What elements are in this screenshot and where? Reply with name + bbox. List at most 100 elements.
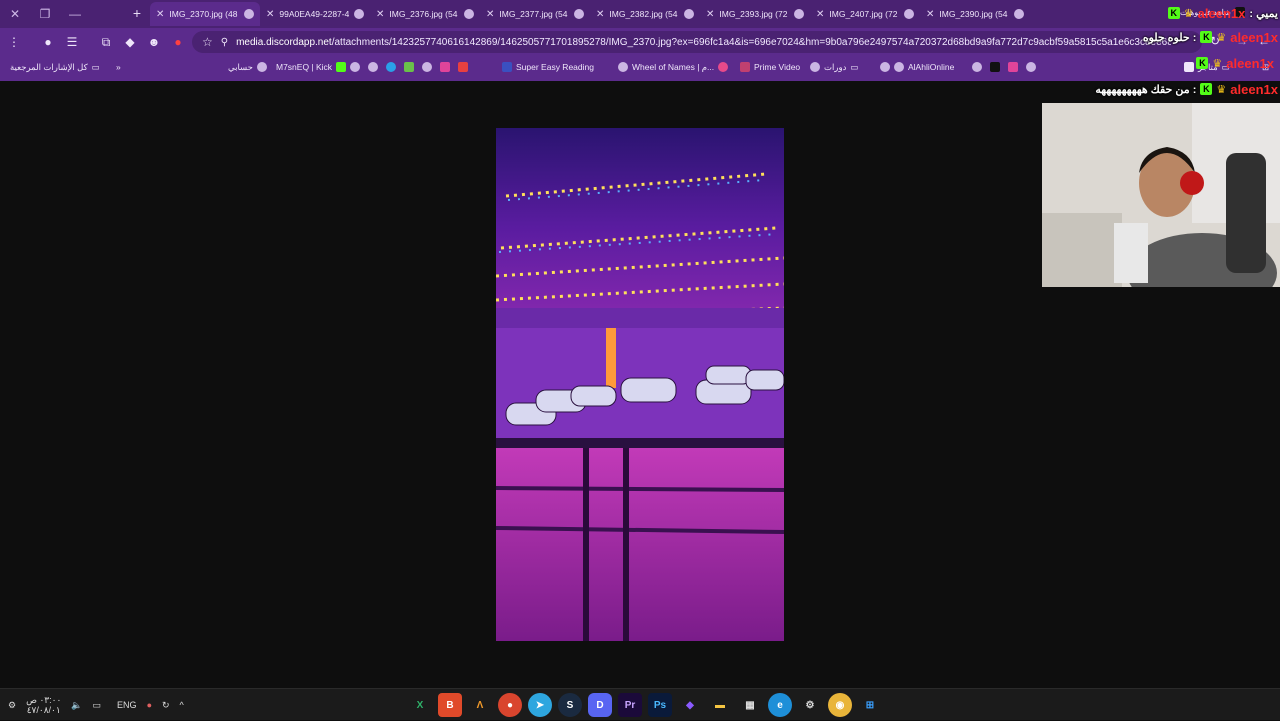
globe-icon[interactable] bbox=[350, 62, 360, 72]
webcam-illustration bbox=[1042, 103, 1280, 287]
bookmark-all[interactable]: كل الإشارات المرجعية ▭ bbox=[10, 60, 100, 74]
notification-icon[interactable]: ⚙ bbox=[8, 700, 16, 711]
telegram-icon[interactable]: ➤ bbox=[528, 693, 552, 717]
bookmark-super-easy[interactable]: Super Easy Reading bbox=[502, 60, 594, 74]
ai-app-icon[interactable]: Λ bbox=[468, 693, 492, 717]
close-tab-icon[interactable]: ✕ bbox=[596, 9, 604, 20]
bookmark-super-easy-label: Super Easy Reading bbox=[516, 62, 594, 72]
tiktok-icon[interactable] bbox=[990, 62, 1000, 72]
chat-username[interactable]: aleen1x bbox=[1226, 56, 1274, 71]
bookmark-courses[interactable]: دورات ▭ bbox=[810, 60, 858, 74]
steam-icon[interactable]: S bbox=[558, 693, 582, 717]
photoshop-icon[interactable]: Ps bbox=[648, 693, 672, 717]
taskbar: ⚙ ٠٣:٠٠ ص ٤٧/٠٨/٠١ 🔈 ▭ ENG ● ↻ ^ X B Λ ●… bbox=[0, 688, 1280, 720]
record-extension-icon[interactable]: ● bbox=[166, 30, 190, 54]
bookmark-wheel-label: Wheel of Names | م... bbox=[632, 61, 715, 72]
url-text: media.discordapp.net/attachments/1423257… bbox=[236, 37, 1171, 48]
globe-icon[interactable] bbox=[972, 62, 982, 72]
diamond-icon[interactable]: ◆ bbox=[118, 30, 142, 54]
clock[interactable]: ٠٣:٠٠ ص ٤٧/٠٨/٠١ bbox=[26, 695, 61, 715]
language-indicator[interactable]: ENG bbox=[117, 700, 137, 710]
network-icon[interactable]: ▭ bbox=[93, 700, 102, 711]
tab-img-2377[interactable]: ✕ IMG_2377.jpg (54 bbox=[480, 2, 590, 26]
address-bar[interactable]: ☆ ⚲ media.discordapp.net/attachments/142… bbox=[192, 31, 1202, 53]
close-tab-icon[interactable]: ✕ bbox=[706, 9, 714, 20]
close-tab-icon[interactable]: ✕ bbox=[926, 9, 934, 20]
close-tab-icon[interactable]: ✕ bbox=[486, 9, 494, 20]
chat-username[interactable]: aleen1x bbox=[1198, 6, 1246, 21]
menu-icon[interactable]: ⋮ bbox=[2, 30, 26, 54]
tab-img-2393[interactable]: ✕ IMG_2393.jpg (72 bbox=[700, 2, 810, 26]
brave-icon[interactable]: B bbox=[438, 693, 462, 717]
microphone-icon[interactable]: ● bbox=[147, 700, 152, 710]
tab-label: 99A0EA49-2287-4 bbox=[279, 9, 349, 19]
globe-icon[interactable] bbox=[368, 62, 378, 72]
store-icon[interactable]: ▦ bbox=[738, 693, 762, 717]
extension-icon[interactable]: ● bbox=[36, 30, 60, 54]
bookmark-icon-row bbox=[350, 60, 468, 74]
kick-badge-icon: K bbox=[1196, 57, 1209, 69]
app-icon[interactable] bbox=[458, 62, 468, 72]
close-tab-icon[interactable]: ✕ bbox=[266, 9, 274, 20]
crown-badge-icon: ♛ bbox=[1183, 7, 1194, 20]
bookmark-all-label: كل الإشارات المرجعية bbox=[10, 61, 88, 72]
tab-img-2407[interactable]: ✕ IMG_2407.jpg (72 bbox=[810, 2, 920, 26]
tab-img-2370[interactable]: ✕ IMG_2370.jpg (48 bbox=[150, 2, 260, 26]
edge-icon[interactable]: e bbox=[768, 693, 792, 717]
tab-img-2390[interactable]: ✕ IMG_2390.jpg (54 bbox=[920, 2, 1030, 26]
close-tab-icon[interactable]: ✕ bbox=[376, 9, 384, 20]
start-icon[interactable]: ⊞ bbox=[858, 693, 882, 717]
bookmark-alahli[interactable]: AlAhliOnline bbox=[880, 60, 954, 74]
settings-icon[interactable]: ⚙ bbox=[798, 693, 822, 717]
new-tab-button[interactable]: + bbox=[128, 4, 146, 22]
close-tab-icon[interactable]: ✕ bbox=[816, 9, 824, 20]
url-path: /attachments/1423257740616142869/1462505… bbox=[331, 36, 1172, 48]
site-info-icon[interactable]: ⚲ bbox=[221, 37, 228, 48]
globe-icon bbox=[894, 62, 904, 72]
chat-message: K ♛ aleen1x : يميي bbox=[1167, 3, 1278, 23]
globe-icon bbox=[574, 9, 584, 19]
red-app-icon[interactable]: ● bbox=[498, 693, 522, 717]
tab-search-icon[interactable]: ☰ bbox=[60, 30, 84, 54]
folder-icon[interactable]: ▬ bbox=[708, 693, 732, 717]
instagram-icon[interactable] bbox=[1008, 62, 1018, 72]
tab-label: IMG_2390.jpg (54 bbox=[939, 9, 1008, 19]
chat-username[interactable]: aleen1x bbox=[1230, 30, 1278, 45]
minimize-window-icon[interactable]: — bbox=[60, 7, 90, 21]
tab-list: ✕ IMG_2370.jpg (48 ✕ 99A0EA49-2287-4 ✕ I… bbox=[150, 2, 1030, 28]
puzzle-icon[interactable]: ⧉ bbox=[94, 30, 118, 54]
volume-icon[interactable]: 🔈 bbox=[71, 700, 82, 711]
sync-icon[interactable]: ↻ bbox=[162, 700, 170, 711]
bookmark-prime[interactable]: Prime Video bbox=[740, 60, 800, 74]
chat-username[interactable]: aleen1x bbox=[1230, 82, 1278, 97]
chrome-icon[interactable]: ◉ bbox=[828, 693, 852, 717]
app-icon[interactable] bbox=[440, 62, 450, 72]
bookmark-wheel[interactable]: Wheel of Names | م... bbox=[618, 60, 729, 74]
tab-label: IMG_2377.jpg (54 bbox=[499, 9, 568, 19]
close-window-icon[interactable]: ✕ bbox=[0, 7, 30, 21]
bookmarks-overflow-icon[interactable]: » bbox=[116, 60, 121, 74]
bookmark-star-icon[interactable]: ☆ bbox=[202, 35, 213, 49]
tab-img-2376[interactable]: ✕ IMG_2376.jpg (54 bbox=[370, 2, 480, 26]
discord-icon[interactable]: D bbox=[588, 693, 612, 717]
bookmark-m7sneq[interactable]: M7snEQ | Kick bbox=[276, 60, 347, 74]
tab-img-2382[interactable]: ✕ IMG_2382.jpg (54 bbox=[590, 2, 700, 26]
globe-icon[interactable] bbox=[422, 62, 432, 72]
clock-time: ٠٣:٠٠ ص bbox=[26, 695, 62, 705]
globe-icon[interactable] bbox=[1026, 62, 1036, 72]
download-icon[interactable] bbox=[404, 62, 414, 72]
taskbar-apps: X B Λ ● ➤ S D Pr Ps ◆ ▬ ▦ e ⚙ ◉ ⊞ bbox=[408, 693, 882, 717]
close-tab-icon[interactable]: ✕ bbox=[156, 9, 164, 20]
premiere-icon[interactable]: Pr bbox=[618, 693, 642, 717]
excel-icon[interactable]: X bbox=[408, 693, 432, 717]
folder-icon: ▭ bbox=[850, 61, 859, 72]
shield-extension-icon[interactable]: ☻ bbox=[142, 30, 166, 54]
tab-label: IMG_2376.jpg (54 bbox=[389, 9, 458, 19]
edge-icon[interactable] bbox=[386, 62, 396, 72]
app-icon[interactable]: ◆ bbox=[678, 693, 702, 717]
show-hidden-icons[interactable]: ^ bbox=[180, 700, 184, 710]
restore-window-icon[interactable]: ❐ bbox=[30, 7, 60, 21]
tab-99a0ea49[interactable]: ✕ 99A0EA49-2287-4 bbox=[260, 2, 370, 26]
globe-icon bbox=[880, 62, 890, 72]
bookmark-my-account[interactable]: حسابي bbox=[228, 60, 267, 74]
